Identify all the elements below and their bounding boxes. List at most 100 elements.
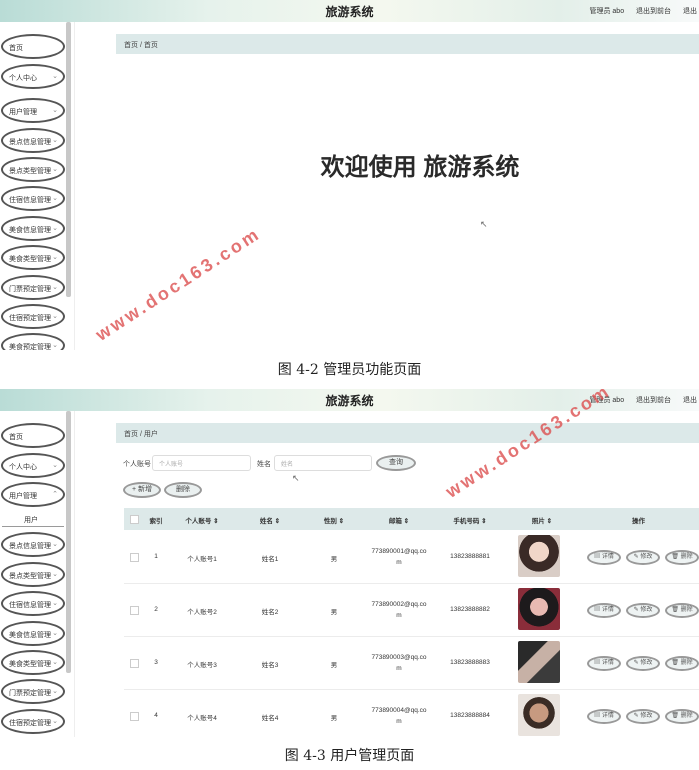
cell-email: 773890003@qq.co xyxy=(371,654,427,661)
add-button[interactable]: + 新增 xyxy=(123,482,161,498)
sidebar-item-food-info[interactable]: 美食信息管理 ⌄ xyxy=(1,621,65,646)
sidebar-item-home[interactable]: 首页 xyxy=(1,34,65,59)
chevron-down-icon: ⌄ xyxy=(52,284,58,291)
row-checkbox[interactable] xyxy=(130,659,139,668)
sidebar-item-lodging-info[interactable]: 住宿信息管理 ⌄ xyxy=(1,186,65,211)
chevron-down-icon: ⌄ xyxy=(52,571,58,578)
trash-icon: 🗑 xyxy=(671,607,681,613)
sidebar-item-food-booking[interactable]: 美食预定管理 ⌄ xyxy=(1,333,65,350)
breadcrumb: 首页 / 用户 xyxy=(124,431,158,438)
delete-button[interactable]: 🗑 删除 xyxy=(665,709,699,724)
col-email[interactable]: 邮箱 ⇕ xyxy=(364,515,434,525)
back-to-front-link[interactable]: 退出到前台 xyxy=(636,8,671,15)
user-photo xyxy=(518,535,560,577)
trash-icon: 🗑 xyxy=(671,660,681,666)
cell-account: 个人账号3 xyxy=(187,662,217,669)
row-checkbox[interactable] xyxy=(130,553,139,562)
cell-gender: 男 xyxy=(330,662,338,669)
sidebar-item-lodging-info[interactable]: 住宿信息管理 ⌄ xyxy=(1,591,65,616)
account-search-input[interactable]: 个人账号 xyxy=(152,455,251,471)
sidebar-item-lodging-booking[interactable]: 住宿预定管理 ⌄ xyxy=(1,304,65,329)
cell-name: 姓名3 xyxy=(261,662,279,669)
detail-icon: ▤ xyxy=(594,607,602,613)
user-photo xyxy=(518,694,560,736)
cell-email: 773890001@qq.co xyxy=(371,548,427,555)
edit-button[interactable]: ✎ 修改 xyxy=(626,550,660,565)
trash-icon: 🗑 xyxy=(671,713,681,719)
breadcrumb: 首页 / 首页 xyxy=(124,42,158,49)
col-name[interactable]: 姓名 ⇕ xyxy=(236,515,304,525)
detail-button[interactable]: ▤ 详情 xyxy=(587,709,621,724)
sidebar-item-profile[interactable]: 个人中心 ⌄ xyxy=(1,453,65,478)
edit-button[interactable]: ✎ 修改 xyxy=(626,603,660,618)
name-search-label: 姓名 xyxy=(257,461,271,468)
logout-link[interactable]: 退出 xyxy=(683,397,697,404)
chevron-down-icon: ⌄ xyxy=(52,342,58,349)
delete-button[interactable]: 🗑 删除 xyxy=(665,656,699,671)
sidebar-item-scenic-type[interactable]: 景点类型管理 ⌄ xyxy=(1,157,65,182)
col-index: 索引 xyxy=(149,518,163,525)
figure-caption-4-3: 图 4-3 用户管理页面 xyxy=(284,748,415,764)
detail-icon: ▤ xyxy=(594,554,602,560)
select-all-checkbox[interactable] xyxy=(130,515,139,524)
chevron-down-icon: ⌄ xyxy=(52,688,58,695)
sidebar-item-ticket-booking[interactable]: 门票预定管理 ⌄ xyxy=(1,679,65,704)
chevron-down-icon: ⌄ xyxy=(52,313,58,320)
top-right-links: 管理员 abo 退出到前台 退出 xyxy=(579,6,697,16)
sidebar-item-ticket-booking[interactable]: 门票预定管理 ⌄ xyxy=(1,275,65,300)
query-button[interactable]: 查询 xyxy=(376,455,416,471)
sidebar-item-users[interactable]: 用户管理 ⌃ xyxy=(1,482,65,507)
cell-gender: 男 xyxy=(330,609,338,616)
logout-link[interactable]: 退出 xyxy=(683,8,697,15)
col-gender[interactable]: 性别 ⇕ xyxy=(304,515,364,525)
edit-button[interactable]: ✎ 修改 xyxy=(626,656,660,671)
batch-delete-button[interactable]: 删除 xyxy=(164,482,202,498)
cell-phone: 13823888882 xyxy=(450,606,490,613)
row-checkbox[interactable] xyxy=(130,712,139,721)
sidebar-item-scenic-info[interactable]: 景点信息管理 ⌄ xyxy=(1,532,65,557)
cell-email: 773890002@qq.co xyxy=(371,601,427,608)
sidebar-item-scenic-type[interactable]: 景点类型管理 ⌄ xyxy=(1,562,65,587)
detail-button[interactable]: ▤ 详情 xyxy=(587,550,621,565)
detail-icon: ▤ xyxy=(594,713,602,719)
cell-index: 4 xyxy=(154,712,158,719)
col-phone[interactable]: 手机号码 ⇕ xyxy=(434,515,506,525)
col-photo[interactable]: 照片 ⇕ xyxy=(506,515,578,525)
chevron-down-icon: ⌄ xyxy=(52,225,58,232)
chevron-down-icon: ⌄ xyxy=(52,73,58,80)
sidebar-scrollbar[interactable] xyxy=(66,411,71,673)
sidebar-item-food-info[interactable]: 美食信息管理 ⌄ xyxy=(1,216,65,241)
delete-button[interactable]: 🗑 删除 xyxy=(665,550,699,565)
detail-button[interactable]: ▤ 详情 xyxy=(587,603,621,618)
user-table: 索引 个人账号 ⇕ 姓名 ⇕ 性别 ⇕ 邮箱 ⇕ 手机号码 ⇕ 照片 ⇕ 操作 … xyxy=(124,508,699,736)
chevron-down-icon: ⌄ xyxy=(52,107,58,114)
col-actions: 操作 xyxy=(632,518,645,525)
sidebar-subitem-users[interactable]: 用户 xyxy=(24,515,38,525)
col-account[interactable]: 个人账号 ⇕ xyxy=(168,515,236,525)
back-to-front-link[interactable]: 退出到前台 xyxy=(636,397,671,404)
chevron-down-icon: ⌄ xyxy=(52,462,58,469)
delete-button[interactable]: 🗑 删除 xyxy=(665,603,699,618)
sidebar-item-profile[interactable]: 个人中心 ⌄ xyxy=(1,64,65,89)
detail-button[interactable]: ▤ 详情 xyxy=(587,656,621,671)
sidebar-item-food-type[interactable]: 美食类型管理 ⌄ xyxy=(1,245,65,270)
sidebar-item-home[interactable]: 首页 xyxy=(1,423,65,448)
sidebar-scrollbar[interactable] xyxy=(66,22,71,297)
row-checkbox[interactable] xyxy=(130,606,139,615)
detail-icon: ▤ xyxy=(594,660,602,666)
sidebar-item-users[interactable]: 用户管理 ⌄ xyxy=(1,98,65,123)
name-search-input[interactable]: 姓名 xyxy=(274,455,372,471)
admin-label: 管理员 abo xyxy=(589,8,625,15)
sidebar: 首页 个人中心 ⌄ 用户管理 ⌃ 用户 景点信息管理 ⌄ 景点类型管理 ⌄ 住宿信息管理… xyxy=(0,411,75,737)
cell-name: 姓名4 xyxy=(261,715,279,722)
table-row: 4 个人账号4 姓名4 男 773890004@qq.co m 13823888… xyxy=(124,689,699,736)
chevron-down-icon: ⌄ xyxy=(52,254,58,261)
edit-button[interactable]: ✎ 修改 xyxy=(626,709,660,724)
cell-email-wrap: m xyxy=(396,612,402,619)
sidebar-item-food-type[interactable]: 美食类型管理 ⌄ xyxy=(1,650,65,675)
table-row: 1 个人账号1 姓名1 男 773890001@qq.co m 13823888… xyxy=(124,530,699,584)
cell-account: 个人账号1 xyxy=(187,556,217,563)
sidebar-item-scenic-info[interactable]: 景点信息管理 ⌄ xyxy=(1,128,65,153)
table-row: 2 个人账号2 姓名2 男 773890002@qq.co m 13823888… xyxy=(124,583,699,637)
sidebar-item-lodging-booking[interactable]: 住宿预定管理 ⌄ xyxy=(1,709,65,734)
